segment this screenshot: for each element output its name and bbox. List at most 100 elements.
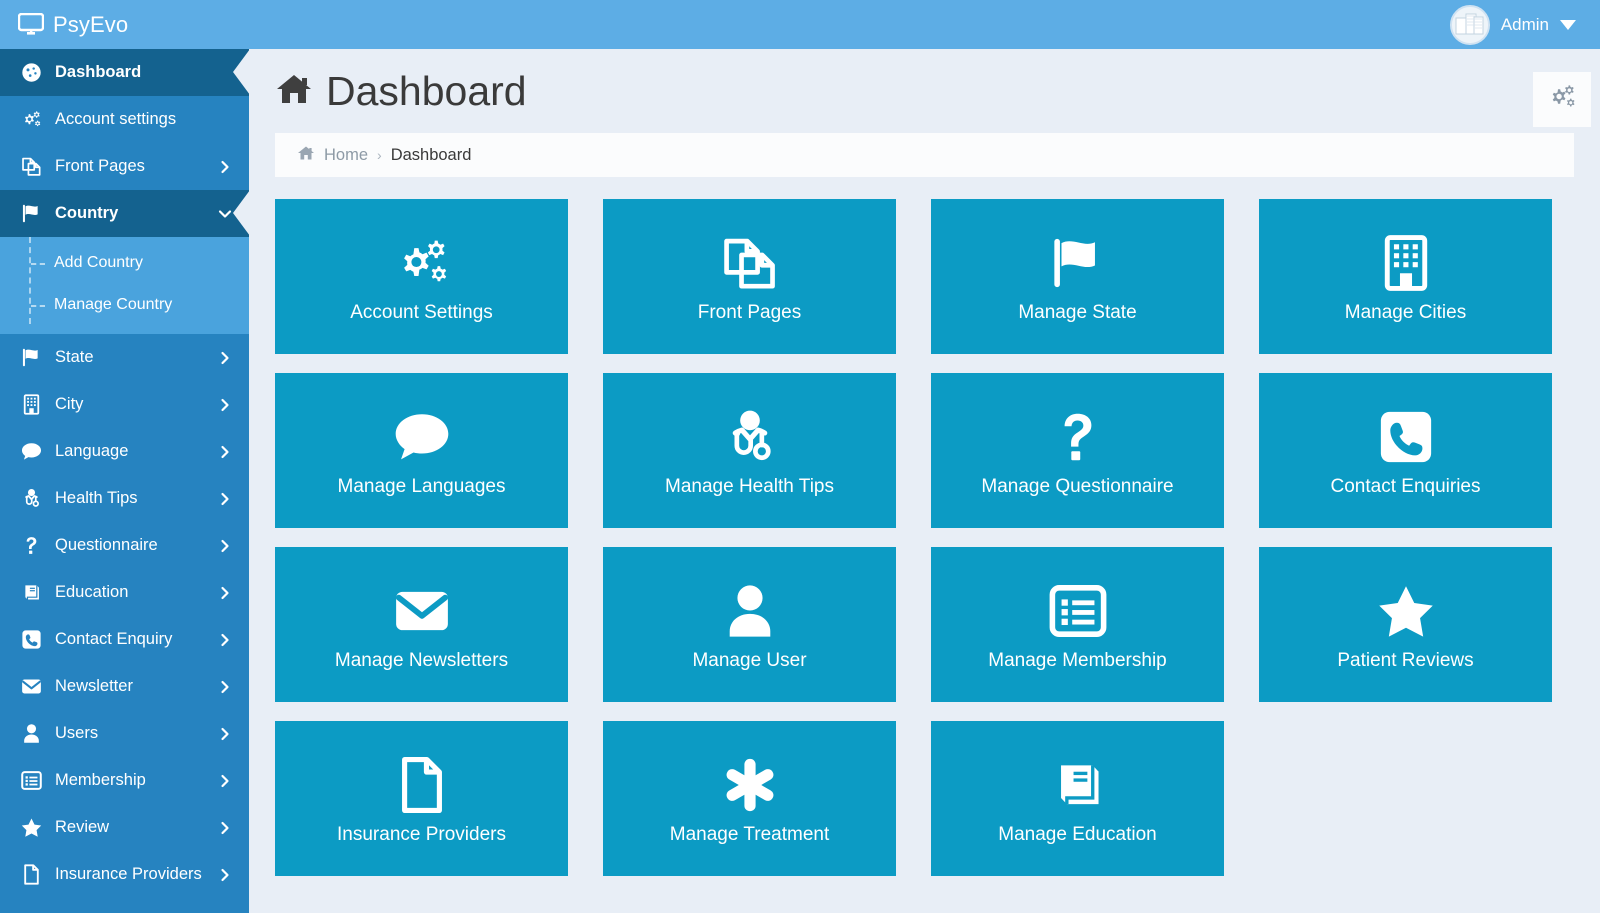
- dashboard-tiles-grid: Account Settings Front Pages Manage Stat…: [275, 199, 1574, 876]
- building-icon: [18, 394, 44, 416]
- main-content: Dashboard Home › Dashboard Account Setti…: [249, 49, 1600, 913]
- brand-name: PsyEvo: [53, 11, 129, 37]
- chevron-right-icon[interactable]: [217, 726, 233, 742]
- sidebar-item-label: Account settings: [55, 110, 177, 128]
- page-header: Dashboard: [249, 49, 1600, 133]
- submenu-country: Add Country Manage Country: [0, 237, 249, 334]
- admin-username: Admin: [1500, 14, 1549, 34]
- sidebar-item-state[interactable]: State: [0, 334, 249, 381]
- sidebar-item-country[interactable]: Country: [0, 190, 249, 237]
- user-menu[interactable]: Admin: [1449, 4, 1600, 45]
- tile-manage-treatment[interactable]: Manage Treatment: [603, 721, 896, 876]
- book-icon: [18, 582, 44, 604]
- chevron-right-icon[interactable]: [217, 632, 233, 648]
- doctor-icon: [18, 488, 44, 510]
- breadcrumb-home-link[interactable]: Home: [324, 146, 368, 165]
- question-mark-icon: [1049, 406, 1107, 468]
- envelope-icon: [393, 580, 451, 642]
- sidebar-item-review[interactable]: Review: [0, 804, 249, 851]
- list-card-icon: [18, 770, 44, 792]
- phone-square-icon: [1377, 406, 1435, 468]
- sidebar-item-dashboard[interactable]: Dashboard: [0, 49, 249, 96]
- sidebar-item-account-settings[interactable]: Account settings: [0, 96, 249, 143]
- sidebar-item-contact-enquiry[interactable]: Contact Enquiry: [0, 616, 249, 663]
- cogs-icon: [393, 232, 451, 294]
- sidebar-item-city[interactable]: City: [0, 381, 249, 428]
- sidebar-item-label: Dashboard: [55, 63, 142, 81]
- chevron-right-icon[interactable]: [217, 444, 233, 460]
- question-mark-icon: [18, 535, 44, 557]
- tile-manage-questionnaire[interactable]: Manage Questionnaire: [931, 373, 1224, 528]
- sidebar-item-users[interactable]: Users: [0, 710, 249, 757]
- flag-icon: [18, 347, 44, 369]
- sidebar-item-education[interactable]: Education: [0, 569, 249, 616]
- tile-patient-reviews[interactable]: Patient Reviews: [1259, 547, 1552, 702]
- tile-label: Account Settings: [350, 301, 493, 323]
- chevron-right-icon[interactable]: [217, 397, 233, 413]
- sidebar-item-newsletter[interactable]: Newsletter: [0, 663, 249, 710]
- sidebar-item-questionnaire[interactable]: Questionnaire: [0, 522, 249, 569]
- doctor-icon: [721, 406, 779, 468]
- chevron-down-icon[interactable]: [217, 206, 233, 222]
- envelope-icon: [18, 676, 44, 698]
- home-icon: [275, 72, 313, 111]
- chevron-right-icon[interactable]: [217, 585, 233, 601]
- chevron-right-icon[interactable]: [217, 820, 233, 836]
- tile-insurance-providers[interactable]: Insurance Providers: [275, 721, 568, 876]
- sidebar-item-membership[interactable]: Membership: [0, 757, 249, 804]
- tile-manage-user[interactable]: Manage User: [603, 547, 896, 702]
- brand-logo[interactable]: PsyEvo: [0, 0, 249, 49]
- submenu-item-manage-country[interactable]: Manage Country: [0, 284, 249, 326]
- sidebar-item-language[interactable]: Language: [0, 428, 249, 475]
- sidebar-item-front-pages[interactable]: Front Pages: [0, 143, 249, 190]
- page-title: Dashboard: [326, 67, 527, 114]
- chevron-right-icon[interactable]: [217, 350, 233, 366]
- cogs-icon: [1547, 83, 1577, 116]
- sidebar-item-label: Users: [55, 724, 99, 742]
- tile-label: Manage Treatment: [669, 823, 830, 845]
- tile-manage-cities[interactable]: Manage Cities: [1259, 199, 1552, 354]
- tile-front-pages[interactable]: Front Pages: [603, 199, 896, 354]
- submenu-item-add-country[interactable]: Add Country: [0, 242, 249, 284]
- file-icon: [18, 864, 44, 886]
- tile-label: Contact Enquiries: [1330, 475, 1481, 497]
- chevron-right-icon[interactable]: [217, 867, 233, 883]
- settings-panel-button[interactable]: [1533, 72, 1591, 127]
- sidebar-item-label: Contact Enquiry: [55, 630, 173, 648]
- top-header-bar: PsyEvo Admin: [0, 0, 1600, 49]
- star-icon: [18, 817, 44, 839]
- chevron-right-icon[interactable]: [217, 773, 233, 789]
- home-icon: [297, 145, 315, 166]
- tile-manage-state[interactable]: Manage State: [931, 199, 1224, 354]
- tile-manage-health-tips[interactable]: Manage Health Tips: [603, 373, 896, 528]
- star-icon: [1377, 580, 1435, 642]
- tile-label: Insurance Providers: [337, 823, 506, 845]
- sidebar-item-label: Language: [55, 442, 129, 460]
- tile-manage-newsletters[interactable]: Manage Newsletters: [275, 547, 568, 702]
- list-card-icon: [1049, 580, 1107, 642]
- comment-icon: [18, 441, 44, 463]
- copy-pages-icon: [721, 232, 779, 294]
- sidebar-item-insurance-providers[interactable]: Insurance Providers: [0, 851, 249, 898]
- file-icon: [393, 754, 451, 816]
- book-icon: [1049, 754, 1107, 816]
- flag-icon: [18, 203, 44, 225]
- chevron-right-icon[interactable]: [217, 538, 233, 554]
- chevron-right-icon[interactable]: [217, 159, 233, 175]
- tile-account-settings[interactable]: Account Settings: [275, 199, 568, 354]
- flag-icon: [1049, 232, 1107, 294]
- sidebar-item-health-tips[interactable]: Health Tips: [0, 475, 249, 522]
- tile-manage-languages[interactable]: Manage Languages: [275, 373, 568, 528]
- caret-down-icon[interactable]: [1560, 19, 1576, 30]
- chevron-right-icon[interactable]: [217, 679, 233, 695]
- tile-manage-membership[interactable]: Manage Membership: [931, 547, 1224, 702]
- tile-contact-enquiries[interactable]: Contact Enquiries: [1259, 373, 1552, 528]
- breadcrumb: Home › Dashboard: [275, 133, 1574, 177]
- tile-label: Manage Questionnaire: [981, 475, 1174, 497]
- user-icon: [18, 723, 44, 745]
- chevron-right-icon[interactable]: [217, 491, 233, 507]
- tile-manage-education[interactable]: Manage Education: [931, 721, 1224, 876]
- tile-label: Manage Newsletters: [334, 649, 509, 671]
- dashboard-gauge-icon: [18, 62, 44, 84]
- sidebar-item-label: Country: [55, 204, 119, 222]
